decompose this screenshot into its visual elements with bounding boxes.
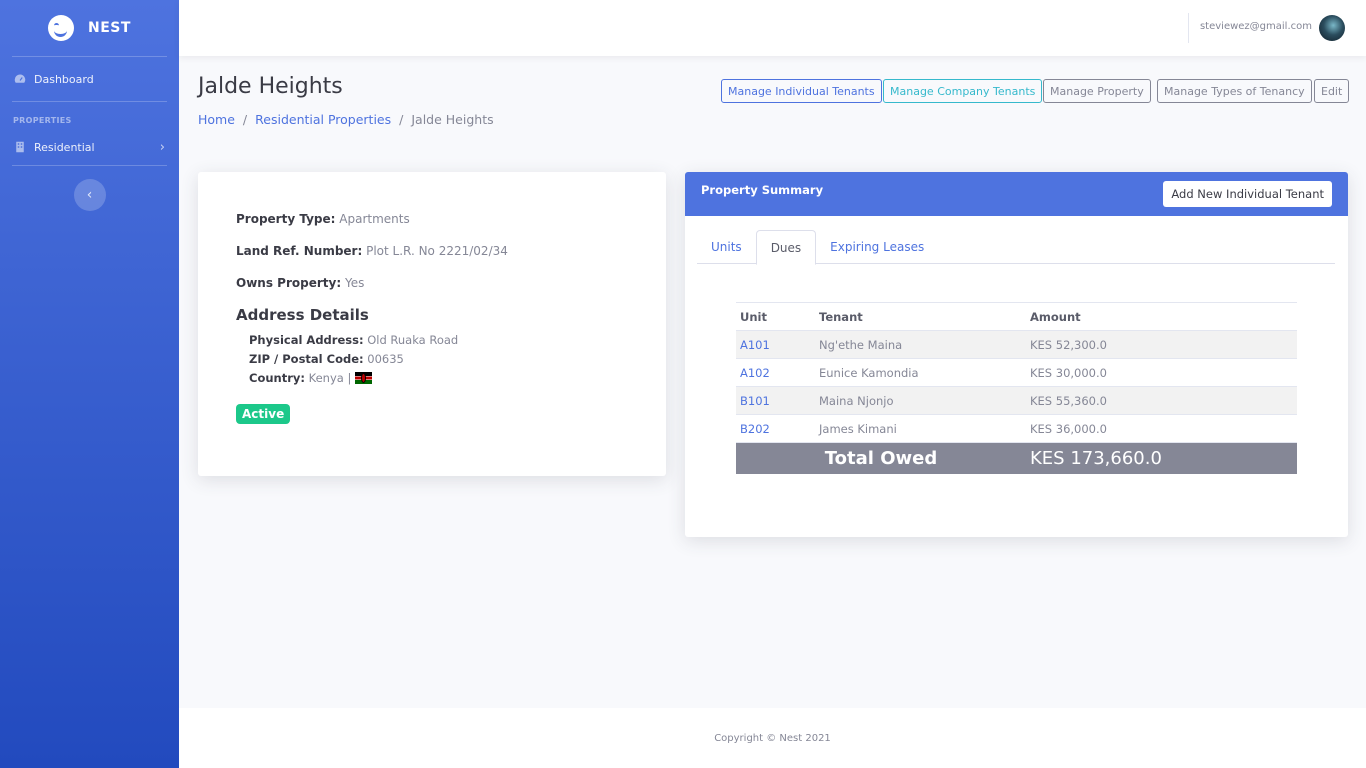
card-header: Property Summary Add New Individual Tena… xyxy=(685,172,1348,216)
country-value: Kenya | xyxy=(308,371,352,385)
land-ref-value: Plot L.R. No 2221/02/34 xyxy=(366,244,508,258)
column-header-unit: Unit xyxy=(736,302,815,331)
total-row: Total Owed KES 173,660.0 xyxy=(736,442,1297,474)
land-ref-label: Land Ref. Number: xyxy=(236,244,363,258)
brand-link[interactable]: NEST xyxy=(0,0,179,56)
tenant-name: Ng'ethe Maina xyxy=(815,330,1026,359)
manage-types-of-tenancy-button[interactable]: Manage Types of Tenancy xyxy=(1157,79,1312,103)
total-owed-label: Total Owed xyxy=(736,442,1026,474)
topbar: steviewez@gmail.com xyxy=(179,0,1366,56)
column-header-tenant: Tenant xyxy=(815,302,1026,331)
physical-address-row: Physical Address: Old Ruaka Road xyxy=(249,333,458,347)
summary-tabs: Units Dues Expiring Leases xyxy=(697,230,1335,265)
table-row: B202 James Kimani KES 36,000.0 xyxy=(736,414,1297,443)
breadcrumb-home-link[interactable]: Home xyxy=(198,112,235,127)
chevron-right-icon: › xyxy=(159,139,165,155)
amount-value: KES 36,000.0 xyxy=(1026,414,1297,443)
breadcrumb: Home / Residential Properties / Jalde He… xyxy=(198,112,494,127)
card-title: Property Summary xyxy=(701,183,824,197)
amount-value: KES 30,000.0 xyxy=(1026,358,1297,387)
topbar-divider xyxy=(1188,13,1189,43)
table-row: A101 Ng'ethe Maina KES 52,300.0 xyxy=(736,330,1297,359)
tenant-name: Maina Njonjo xyxy=(815,386,1026,415)
unit-link[interactable]: B101 xyxy=(736,386,815,415)
smiley-logo-icon xyxy=(48,15,75,41)
physical-address-label: Physical Address: xyxy=(249,333,364,347)
zip-code-label: ZIP / Postal Code: xyxy=(249,352,364,366)
breadcrumb-current: Jalde Heights xyxy=(411,112,494,127)
manage-individual-tenants-button[interactable]: Manage Individual Tenants xyxy=(721,79,882,103)
column-header-amount: Amount xyxy=(1026,302,1297,331)
footer: Copyright © Nest 2021 xyxy=(179,708,1366,768)
kenya-flag-icon xyxy=(355,372,373,384)
manage-property-button[interactable]: Manage Property xyxy=(1043,79,1151,103)
amount-value: KES 55,360.0 xyxy=(1026,386,1297,415)
sidebar-item-label: Residential xyxy=(34,140,95,154)
table-row: B101 Maina Njonjo KES 55,360.0 xyxy=(736,386,1297,415)
unit-link[interactable]: A101 xyxy=(736,330,815,359)
breadcrumb-separator: / xyxy=(399,112,404,127)
chevron-left-icon: ‹ xyxy=(86,187,93,203)
address-heading: Address Details xyxy=(236,306,369,324)
tab-units[interactable]: Units xyxy=(697,230,756,264)
tenant-name: Eunice Kamondia xyxy=(815,358,1026,387)
zip-code-row: ZIP / Postal Code: 00635 xyxy=(249,352,404,366)
amount-value: KES 52,300.0 xyxy=(1026,330,1297,359)
table-row: A102 Eunice Kamondia KES 30,000.0 xyxy=(736,358,1297,387)
building-icon xyxy=(16,141,24,153)
sidebar-toggle-button[interactable]: ‹ xyxy=(73,179,106,211)
property-type-row: Property Type: Apartments xyxy=(236,212,410,226)
breadcrumb-residential-link[interactable]: Residential Properties xyxy=(255,112,391,127)
sidebar-item-label: Dashboard xyxy=(34,72,94,86)
property-type-label: Property Type: xyxy=(236,212,336,226)
tab-dues[interactable]: Dues xyxy=(755,230,817,265)
country-label: Country: xyxy=(249,371,305,385)
physical-address-value: Old Ruaka Road xyxy=(367,333,459,347)
status-badge: Active xyxy=(236,404,291,424)
tachometer-icon xyxy=(14,74,26,83)
page-title: Jalde Heights xyxy=(198,74,343,99)
sidebar-item-residential[interactable]: Residential › xyxy=(0,129,179,165)
edit-button[interactable]: Edit xyxy=(1314,79,1350,103)
brand-name: NEST xyxy=(88,20,131,36)
sidebar-item-dashboard[interactable]: Dashboard xyxy=(0,57,179,101)
avatar[interactable] xyxy=(1319,15,1345,41)
tenant-name: James Kimani xyxy=(815,414,1026,443)
unit-link[interactable]: A102 xyxy=(736,358,815,387)
table-header-row: Unit Tenant Amount xyxy=(736,302,1297,331)
sidebar: NEST Dashboard PROPERTIES Residential › … xyxy=(0,0,179,768)
owns-property-row: Owns Property: Yes xyxy=(236,276,364,290)
user-email[interactable]: steviewez@gmail.com xyxy=(1200,21,1312,32)
property-type-value: Apartments xyxy=(339,212,410,226)
zip-code-value: 00635 xyxy=(367,352,404,366)
property-details-card: Property Type: Apartments Land Ref. Numb… xyxy=(198,172,666,476)
owns-property-label: Owns Property: xyxy=(236,276,342,290)
sidebar-heading: PROPERTIES xyxy=(13,116,72,125)
add-new-individual-tenant-button[interactable]: Add New Individual Tenant xyxy=(1163,181,1332,207)
sidebar-divider xyxy=(12,165,167,166)
land-ref-row: Land Ref. Number: Plot L.R. No 2221/02/3… xyxy=(236,244,508,258)
total-owed-amount: KES 173,660.0 xyxy=(1026,442,1297,474)
breadcrumb-separator: / xyxy=(242,112,248,127)
country-row: Country: Kenya | xyxy=(249,371,373,385)
copyright-text: Copyright © Nest 2021 xyxy=(714,732,831,744)
tab-expiring-leases[interactable]: Expiring Leases xyxy=(816,230,938,264)
manage-company-tenants-button[interactable]: Manage Company Tenants xyxy=(883,79,1043,103)
dues-table: Unit Tenant Amount A101 Ng'ethe Maina KE… xyxy=(736,302,1297,474)
property-summary-card: Property Summary Add New Individual Tena… xyxy=(685,172,1348,537)
unit-link[interactable]: B202 xyxy=(736,414,815,443)
owns-property-value: Yes xyxy=(344,276,365,290)
